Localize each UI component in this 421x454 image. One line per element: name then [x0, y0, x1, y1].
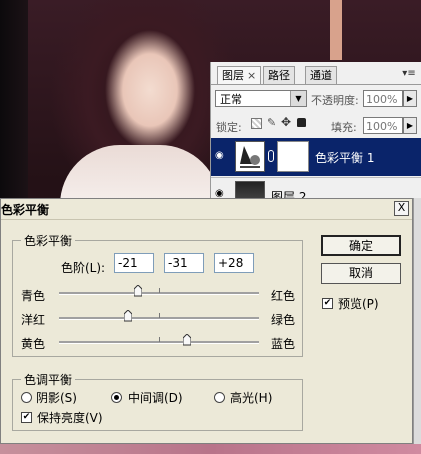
shadows-label: 阴影(S): [36, 391, 77, 405]
level-input-magenta-green[interactable]: -31: [164, 253, 204, 273]
photo-strip: [330, 0, 342, 60]
eye-icon[interactable]: ◉: [215, 188, 227, 199]
dialog-title: 色彩平衡: [1, 203, 50, 217]
panel-menu-icon[interactable]: ▾≡: [401, 68, 417, 82]
opacity-label: 不透明度:: [311, 94, 359, 107]
cancel-button[interactable]: 取消: [321, 263, 401, 284]
layer-name: 色彩平衡 1: [315, 151, 375, 165]
link-icon[interactable]: [268, 150, 274, 162]
color-balance-legend: 色彩平衡: [21, 232, 76, 249]
eye-icon[interactable]: ◉: [215, 150, 227, 161]
slider-thumb-magenta-green[interactable]: [124, 310, 132, 322]
opacity-input[interactable]: 100%: [363, 90, 403, 107]
highlights-radio[interactable]: [214, 392, 225, 403]
slider-left-label-yellow: 黄色: [21, 337, 46, 351]
preserve-luminosity-label: 保持亮度(V): [37, 411, 103, 425]
midtones-label: 中间调(D): [128, 391, 183, 405]
preserve-luminosity-checkbox[interactable]: ✔: [21, 412, 32, 423]
layer-row-color-balance[interactable]: ◉ 色彩平衡 1: [211, 138, 421, 176]
dialog-titlebar[interactable]: 色彩平衡 X: [1, 199, 412, 220]
highlights-label: 高光(H): [230, 391, 273, 405]
slider-center-tick: [159, 337, 160, 342]
levels-label: 色阶(L):: [61, 261, 106, 275]
slider-right-label-red: 红色: [271, 289, 296, 303]
tone-balance-legend: 色调平衡: [21, 371, 76, 388]
slider-left-label-cyan: 青色: [21, 289, 46, 303]
lock-position-icon[interactable]: ✥: [281, 115, 291, 129]
lock-transparent-icon[interactable]: [251, 118, 262, 129]
scrollbar[interactable]: [413, 198, 421, 444]
adjustment-layer-icon: [235, 141, 265, 172]
lock-label: 锁定:: [216, 121, 242, 134]
chevron-down-icon: ▼: [290, 91, 306, 106]
layers-panel: 图层 × 路径 通道 ▾≡ 正常 ▼ 不透明度: 100% ▶ 锁定: ✎ ✥ 填充…: [210, 62, 421, 213]
midtones-radio[interactable]: [111, 392, 122, 403]
level-input-yellow-blue[interactable]: +28: [214, 253, 254, 273]
close-button[interactable]: X: [394, 201, 409, 216]
preview-checkbox[interactable]: ✔: [322, 298, 333, 309]
blend-mode-value: 正常: [220, 93, 242, 106]
color-balance-group: [12, 240, 303, 357]
tab-channels[interactable]: 通道: [305, 66, 337, 85]
slider-center-tick: [159, 313, 160, 318]
tab-label: 图层: [222, 69, 244, 82]
slider-thumb-cyan-red[interactable]: [134, 285, 142, 297]
slider-thumb-yellow-blue[interactable]: [183, 334, 191, 346]
slider-left-label-magenta: 洋红: [21, 313, 46, 327]
fill-arrow-icon[interactable]: ▶: [403, 117, 417, 134]
lock-all-icon[interactable]: [297, 118, 306, 127]
level-input-cyan-red[interactable]: -21: [114, 253, 154, 273]
tab-layers[interactable]: 图层 ×: [217, 66, 262, 85]
fill-label: 填充:: [331, 121, 357, 134]
tab-paths[interactable]: 路径: [263, 66, 295, 85]
blend-mode-select[interactable]: 正常 ▼: [215, 90, 307, 107]
opacity-arrow-icon[interactable]: ▶: [403, 90, 417, 107]
tab-close-icon[interactable]: ×: [247, 69, 256, 82]
tab-divider: [211, 84, 421, 85]
lock-pixels-icon[interactable]: ✎: [267, 116, 276, 129]
fill-input[interactable]: 100%: [363, 117, 403, 134]
ok-button[interactable]: 确定: [321, 235, 401, 256]
shadows-radio[interactable]: [21, 392, 32, 403]
slider-center-tick: [159, 288, 160, 293]
layer-mask-thumbnail[interactable]: [277, 141, 309, 172]
color-balance-dialog: 色彩平衡 X 色彩平衡 色阶(L): -21 -31 +28 青色 红色 洋红 …: [0, 198, 413, 444]
slider-right-label-blue: 蓝色: [271, 337, 296, 351]
photo-dark-edge: [0, 0, 28, 200]
preview-label: 预览(P): [338, 297, 379, 311]
slider-right-label-green: 绿色: [271, 313, 296, 327]
